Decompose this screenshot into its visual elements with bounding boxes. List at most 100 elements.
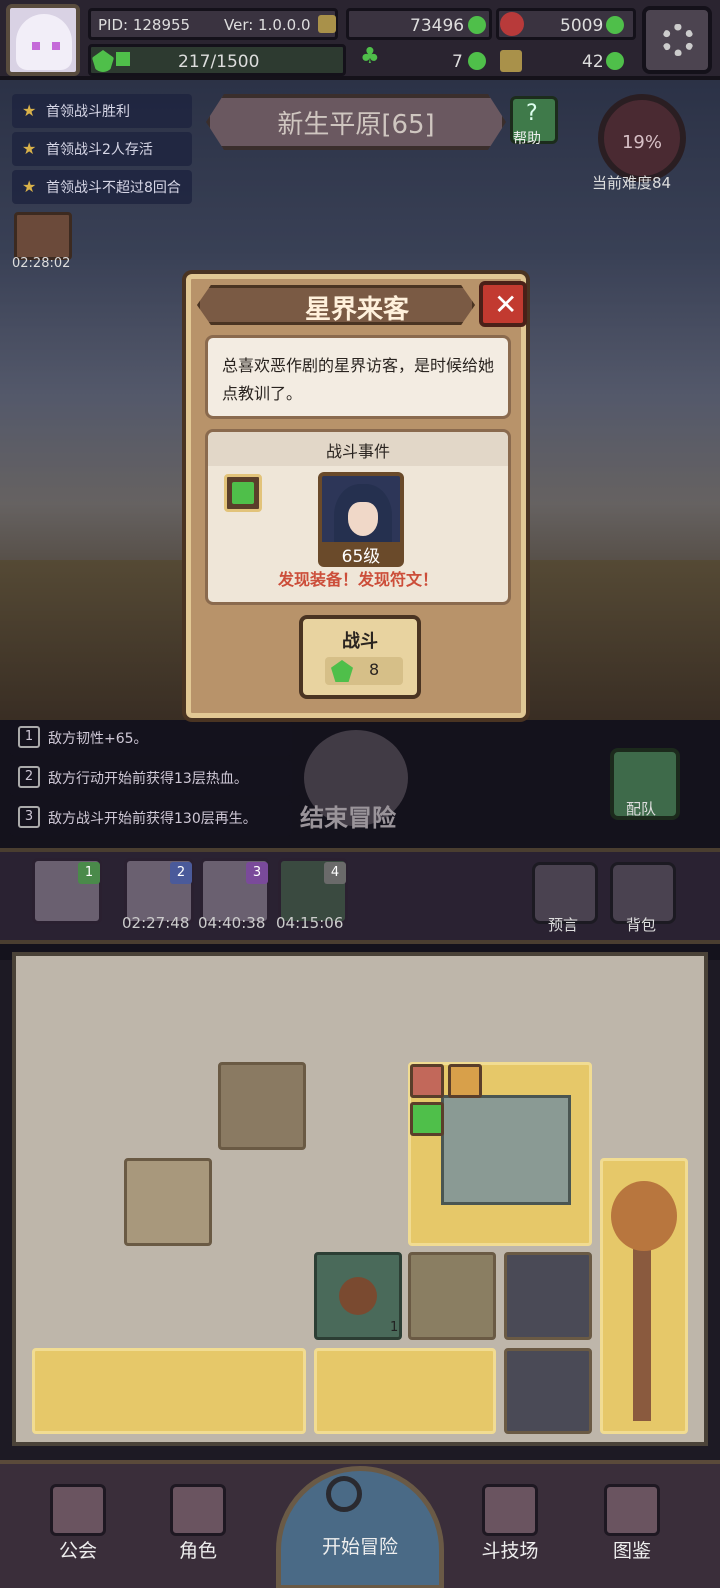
nav-label: 图鉴 [612, 1540, 651, 1562]
map-grid: 1 [12, 952, 708, 1446]
energy-fill [116, 52, 130, 66]
quest-item: ★ 首领战斗不超过8回合 [12, 170, 192, 204]
codex-icon [604, 1484, 660, 1536]
top-bar: PID: 128955 Ver: 1.0.0.0 73496 5009 217/… [0, 0, 720, 80]
quest-label: 首领战斗胜利 [46, 104, 130, 120]
team-label: 配队 [626, 800, 657, 818]
fight-cost-value: 8 [369, 660, 380, 679]
slot-timer: 04:40:38 [198, 914, 266, 932]
plain-tile[interactable] [408, 1252, 496, 1340]
settings-button[interactable] [642, 6, 712, 74]
buff-text: 敌方战斗开始前获得130层再生。 [48, 811, 257, 827]
character-icon [170, 1484, 226, 1536]
quest-item: ★ 首领战斗胜利 [12, 94, 192, 128]
buff-text: 敌方韧性+65。 [48, 731, 148, 747]
question-icon: ? [526, 101, 538, 126]
battle-event-panel: 战斗事件 65级 发现装备！发现符文！ [205, 429, 511, 605]
nav-codex[interactable]: 图鉴 [590, 1476, 674, 1580]
energy-value: 217/1500 [178, 52, 260, 72]
bag-count: 1 [390, 1320, 399, 1335]
ruin-tile[interactable] [124, 1158, 212, 1246]
clover-value: 7 [452, 52, 463, 72]
gems-value: 5009 [560, 16, 604, 36]
slot-number: 2 [170, 862, 192, 884]
event-description: 总喜欢恶作剧的星界访客，是时候给她点教训了。 [205, 335, 511, 419]
nav-arena[interactable]: 斗技场 [468, 1476, 552, 1580]
start-adventure-label: 开始冒险 [321, 1536, 398, 1558]
magnifier-icon [326, 1476, 362, 1512]
key-icon [500, 50, 522, 72]
found-rewards: 发现装备！发现符文！ [277, 570, 438, 589]
dark-ruin-tile[interactable] [504, 1348, 592, 1434]
pid-text: PID: 128955 [98, 16, 191, 34]
gold-value: 73496 [410, 16, 465, 36]
modal-title: 星界来客 [304, 295, 409, 325]
tree-trunk-icon [633, 1241, 651, 1421]
event-modal: 星界来客 ✕ 总喜欢恶作剧的星界访客，是时候给她点教训了。 战斗事件 65级 发… [186, 274, 527, 718]
enemy-buff: 1 敌方韧性+65。 [10, 720, 292, 756]
mausoleum-icon [441, 1095, 571, 1205]
loot-bag-tile[interactable] [314, 1252, 402, 1340]
fight-label: 战斗 [342, 631, 378, 652]
add-gems-icon[interactable] [606, 16, 624, 34]
star-icon: ★ [22, 101, 37, 120]
like-badge-icon [410, 1102, 444, 1136]
quest-label: 首领战斗2人存活 [46, 142, 153, 158]
dark-tile[interactable] [504, 1252, 592, 1340]
nav-label: 公会 [58, 1540, 97, 1562]
reward-chest-icon[interactable] [14, 212, 72, 260]
nav-label: 角色 [178, 1540, 217, 1562]
skull-tile[interactable] [314, 1348, 496, 1434]
buff-text: 敌方行动开始前获得13层热血。 [48, 771, 248, 787]
add-clover-icon[interactable] [468, 52, 486, 70]
slot-timer: 02:27:48 [122, 914, 190, 932]
avatar-eye [32, 42, 40, 50]
star-icon: ★ [22, 139, 37, 158]
player-avatar[interactable] [6, 4, 80, 76]
tree-tile[interactable] [600, 1158, 688, 1434]
enemy-level: 65级 [318, 542, 404, 567]
avatar-hair [16, 14, 72, 70]
game-screen: PID: 128955 Ver: 1.0.0.0 73496 5009 217/… [0, 0, 720, 1588]
slot-number: 4 [324, 862, 346, 884]
like-icon [224, 474, 262, 512]
star-badge-icon [448, 1064, 482, 1098]
difficulty-percent: 19% [621, 132, 662, 153]
help-label: 帮助 [513, 131, 541, 147]
tree-crown-icon [611, 1181, 677, 1251]
nav-character[interactable]: 角色 [156, 1476, 240, 1580]
add-keys-icon[interactable] [606, 52, 624, 70]
crossed-swords-icon [482, 1484, 538, 1536]
guild-icon [50, 1484, 106, 1536]
enemy-badge-icon [410, 1064, 444, 1098]
clover-coin-icon [468, 16, 486, 34]
enemy-buff: 3 敌方战斗开始前获得130层再生。 [10, 800, 292, 836]
thumb-icon [232, 482, 254, 504]
event-header: 战斗事件 [208, 432, 508, 466]
stage-title: 新生平原[65] [277, 110, 435, 140]
buff-number: 3 [18, 806, 40, 828]
clover-icon: ♣ [360, 44, 380, 69]
rocks-tile[interactable] [32, 1348, 306, 1434]
version-text: Ver: 1.0.0.0 [224, 16, 311, 34]
difficulty-label: 当前难度84 [592, 174, 672, 192]
slot-number: 1 [78, 862, 100, 884]
red-gem-icon [500, 12, 524, 36]
slot-number: 3 [246, 862, 268, 884]
end-adventure-label: 结束冒险 [300, 804, 396, 832]
avatar-eye [52, 42, 60, 50]
slot-timer: 04:15:06 [276, 914, 344, 932]
energy-gem-icon [331, 660, 353, 682]
star-icon: ★ [22, 177, 37, 196]
bag-icon [339, 1277, 377, 1315]
version-icon [318, 15, 336, 33]
fight-cost: 8 [325, 657, 403, 685]
chest-timer: 02:28:02 [12, 256, 71, 271]
close-icon: ✕ [494, 288, 518, 321]
nav-guild[interactable]: 公会 [36, 1476, 120, 1580]
fight-button[interactable]: 战斗 8 [299, 615, 421, 699]
close-button[interactable]: ✕ [479, 281, 527, 327]
nav-label: 斗技场 [481, 1540, 539, 1562]
nest-tile[interactable] [218, 1062, 306, 1150]
quest-label: 首领战斗不超过8回合 [46, 180, 181, 196]
